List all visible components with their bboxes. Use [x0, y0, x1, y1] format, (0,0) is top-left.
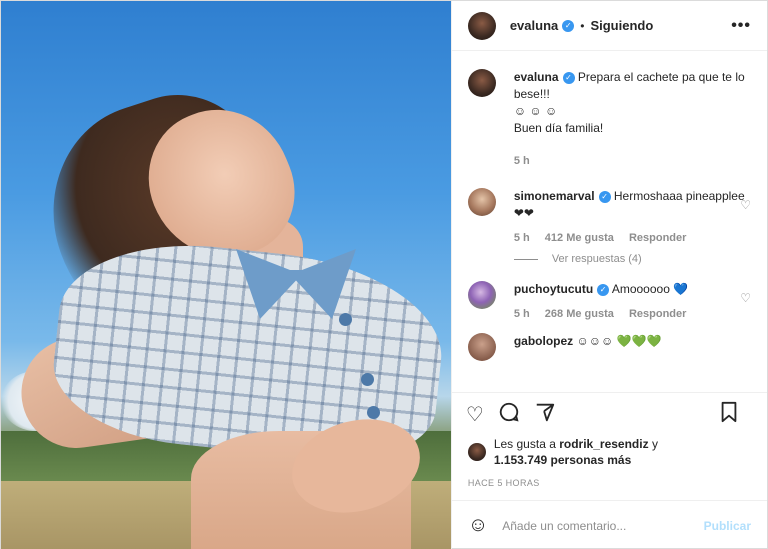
- comment-body: gabolopez ☺☺☺ 💚💚💚: [514, 333, 751, 350]
- comment-like-heart-icon[interactable]: ♡: [740, 291, 751, 305]
- comment-time: 5 h: [513, 232, 530, 244]
- post-photo[interactable]: [1, 1, 451, 549]
- caption: evaluna ✓ Prepara el cachete pa que te lo…: [467, 69, 751, 170]
- shirt-button: [367, 406, 380, 419]
- comment-time: 5 h: [513, 308, 530, 320]
- verified-icon: ✓: [597, 283, 610, 296]
- comment-body: simonemarval ✓ Hermoshaaa pineapplee ❤❤ 5…: [514, 188, 751, 247]
- likes-summary: Les gusta a rodrik_resendiz y 1.153.749 …: [452, 436, 767, 468]
- shirt-button: [339, 313, 352, 326]
- following-button[interactable]: Siguiendo: [590, 18, 653, 33]
- comment-username[interactable]: simonemarval: [514, 189, 595, 203]
- publish-button[interactable]: Publicar: [704, 519, 751, 533]
- shirt-button: [361, 373, 374, 386]
- comments-list[interactable]: evaluna ✓ Prepara el cachete pa que te lo…: [452, 51, 767, 392]
- likes-prefix: Les gusta a: [493, 437, 556, 451]
- comment-meta: 5 h 412 Me gusta Responder: [514, 230, 751, 247]
- comment-item: puchoytucutu ✓ Amoooooo 💙 5 h 268 Me gust…: [467, 281, 751, 323]
- comment-text: ☺☺☺ 💚💚💚: [576, 334, 662, 348]
- comment-likes[interactable]: 412 Me gusta: [545, 232, 614, 244]
- reply-button[interactable]: Responder: [629, 308, 686, 320]
- view-replies[interactable]: Ver respuestas (4): [513, 253, 751, 265]
- likes-text: Les gusta a rodrik_resendiz y 1.153.749 …: [494, 436, 658, 468]
- caption-line2: Buen día familia!: [513, 121, 604, 135]
- heart-icon[interactable]: ♡: [466, 402, 484, 427]
- caption-author[interactable]: evaluna: [514, 70, 559, 84]
- author-avatar[interactable]: [467, 69, 496, 97]
- comment-like-heart-icon[interactable]: ♡: [740, 198, 751, 212]
- comment-icon[interactable]: [498, 401, 520, 429]
- commenter-avatar[interactable]: [467, 281, 496, 309]
- post-header: evaluna ✓ • Siguiendo •••: [451, 1, 767, 51]
- comment-username[interactable]: puchoytucutu: [514, 282, 593, 296]
- separator: •: [580, 18, 585, 33]
- comment-text: Amoooooo 💙: [611, 282, 689, 296]
- comment-input[interactable]: Añade un comentario...: [502, 519, 626, 533]
- comment-likes[interactable]: 268 Me gusta: [545, 308, 614, 320]
- likes-suffix: y: [651, 437, 658, 451]
- smile-icon[interactable]: ☺: [468, 514, 488, 537]
- post-sidebar: evaluna ✓ • Siguiendo ••• evaluna ✓ Prepa…: [450, 1, 767, 549]
- commenter-avatar[interactable]: [467, 333, 496, 361]
- share-icon[interactable]: [534, 401, 556, 429]
- author-username[interactable]: evaluna: [510, 18, 558, 33]
- reply-button[interactable]: Responder: [629, 232, 686, 244]
- comment-item: gabolopez ☺☺☺ 💚💚💚: [467, 333, 751, 361]
- verified-icon: ✓: [562, 71, 575, 84]
- bookmark-icon[interactable]: [719, 401, 739, 429]
- likes-count[interactable]: 1.153.749 personas más: [494, 453, 631, 467]
- view-replies-label[interactable]: Ver respuestas (4): [552, 253, 642, 265]
- commenter-avatar[interactable]: [467, 188, 496, 216]
- caption-emojis: ☺ ☺ ☺: [513, 104, 558, 118]
- verified-icon: ✓: [562, 19, 575, 32]
- comment-username[interactable]: gabolopez: [514, 334, 573, 348]
- verified-icon: ✓: [598, 190, 611, 203]
- action-bar: ♡: [451, 392, 767, 436]
- caption-time: 5 h: [514, 153, 751, 170]
- author-avatar[interactable]: [467, 11, 496, 40]
- divider: [513, 258, 538, 260]
- add-comment-bar: ☺ Añade un comentario... Publicar: [451, 500, 767, 549]
- liker-avatar[interactable]: [467, 443, 486, 461]
- instagram-post: evaluna ✓ • Siguiendo ••• evaluna ✓ Prepa…: [0, 0, 768, 549]
- comment-item: simonemarval ✓ Hermoshaaa pineapplee ❤❤ 5…: [467, 188, 751, 247]
- post-timestamp: HACE 5 HORAS: [467, 478, 540, 488]
- comment-body: puchoytucutu ✓ Amoooooo 💙 5 h 268 Me gust…: [514, 281, 751, 323]
- more-icon[interactable]: •••: [731, 17, 751, 35]
- time-label: 5 h: [513, 155, 530, 167]
- comment-meta: 5 h 268 Me gusta Responder: [514, 306, 751, 323]
- liker-username[interactable]: rodrik_resendiz: [559, 437, 648, 451]
- caption-body: evaluna ✓ Prepara el cachete pa que te lo…: [514, 69, 751, 170]
